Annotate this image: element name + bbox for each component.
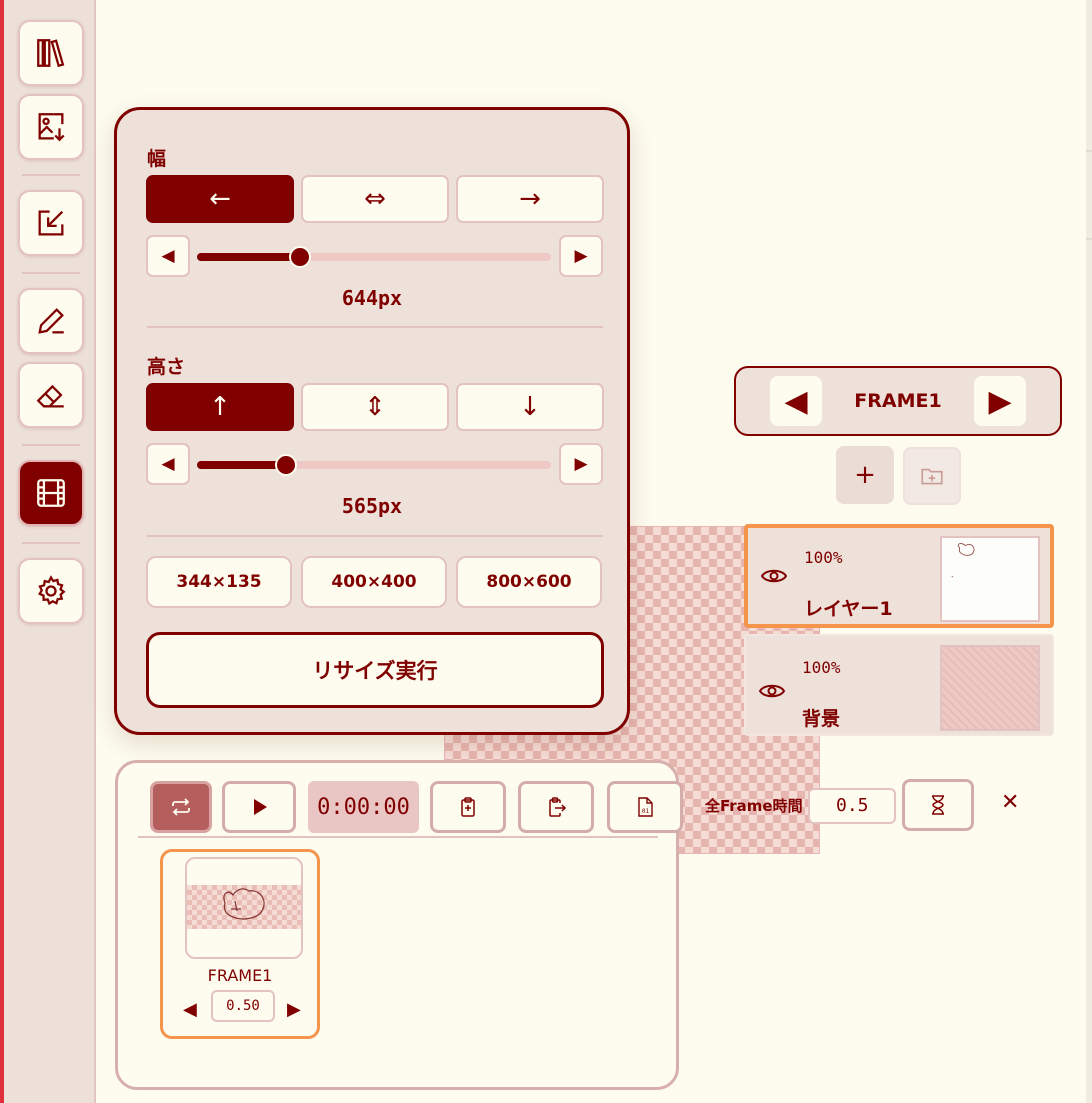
eraser-tool-button[interactable] <box>18 362 84 428</box>
preset-800x600-button[interactable]: 800×600 <box>456 556 602 608</box>
play-icon <box>254 799 267 815</box>
binary-file-button[interactable]: 01 <box>607 781 683 833</box>
loop-toggle-button[interactable] <box>150 781 212 833</box>
pen-tool-button[interactable] <box>18 288 84 354</box>
layer-thumbnail <box>940 536 1040 622</box>
resize-panel: 幅 ← ⇔ → ◀ ▶ 644px 高さ ↑ ⇕ ↓ ◀ ▶ 565px 344… <box>114 107 630 735</box>
left-toolbar <box>0 0 96 1103</box>
clipboard-export-icon <box>549 797 567 817</box>
library-icon <box>37 39 65 68</box>
height-label: 高さ <box>147 356 186 378</box>
frame-card[interactable]: FRAME1 ◀ 0.50 ▶ <box>160 849 320 1039</box>
frame-thumbnail <box>185 857 303 959</box>
export-frame-button[interactable] <box>518 781 594 833</box>
height-anchor-bottom-button[interactable]: ↓ <box>456 383 604 431</box>
panel-divider <box>147 326 603 328</box>
right-edge-tick <box>1086 238 1092 240</box>
height-anchor-center-button[interactable]: ⇕ <box>301 383 449 431</box>
prev-frame-button[interactable]: ◀ <box>770 376 822 426</box>
pen-icon <box>38 308 64 334</box>
binary-file-icon: 01 <box>638 797 653 817</box>
layer-row[interactable]: 100% レイヤー1 <box>744 524 1054 628</box>
width-slider-fill <box>197 253 300 261</box>
preset-400x400-button[interactable]: 400×400 <box>301 556 447 608</box>
close-timeline-button[interactable]: ✕ <box>1001 790 1019 815</box>
width-anchor-right-button[interactable]: → <box>456 175 604 223</box>
next-frame-button[interactable]: ▶ <box>974 376 1026 426</box>
animation-button[interactable] <box>18 460 84 526</box>
add-layer-button[interactable]: + <box>836 446 894 504</box>
eye-icon[interactable] <box>758 681 786 701</box>
preset-344x135-button[interactable]: 344×135 <box>146 556 292 608</box>
paste-frame-button[interactable] <box>430 781 506 833</box>
width-decrement-button[interactable]: ◀ <box>146 235 190 277</box>
clipboard-add-icon <box>461 797 475 817</box>
all-frame-duration-input[interactable]: 0.5 <box>808 788 896 824</box>
layer-row[interactable]: 100% 背景 <box>744 634 1054 736</box>
toolbar-divider <box>22 444 80 446</box>
height-slider-thumb[interactable] <box>274 454 297 476</box>
layer-opacity: 100% <box>802 658 841 677</box>
frame-navigator: ◀ FRAME1 ▶ <box>734 366 1062 436</box>
right-edge-tick <box>1086 150 1092 152</box>
image-import-icon <box>38 113 65 142</box>
timeline-panel: 0:00:00 01 FRAME1 ◀ 0.50 ▶ <box>115 760 683 1090</box>
export-button[interactable] <box>18 190 84 256</box>
layer-name: レイヤー1 <box>804 598 893 620</box>
width-label: 幅 <box>147 148 167 170</box>
gear-icon <box>38 575 66 606</box>
settings-button[interactable] <box>18 558 84 624</box>
library-button[interactable] <box>18 20 84 86</box>
toolbar-divider <box>22 174 80 176</box>
width-anchor-center-button[interactable]: ⇔ <box>301 175 449 223</box>
width-value: 644px <box>341 286 403 310</box>
hourglass-icon <box>932 795 944 815</box>
height-slider-fill <box>197 461 286 469</box>
right-edge-scroll <box>1086 0 1092 1103</box>
svg-text:01: 01 <box>642 808 650 815</box>
width-slider-thumb[interactable] <box>288 246 311 268</box>
height-slider[interactable] <box>197 454 551 476</box>
all-frame-duration-label: 全Frame時間 <box>705 797 803 815</box>
height-anchor-top-button[interactable]: ↑ <box>146 383 294 431</box>
apply-duration-button[interactable] <box>902 779 974 831</box>
frame-duration-increment[interactable]: ▶ <box>287 999 301 1020</box>
eraser-icon <box>36 384 64 408</box>
layer-opacity: 100% <box>804 548 843 567</box>
add-folder-button[interactable] <box>903 447 961 505</box>
panel-divider <box>147 535 603 537</box>
repeat-icon <box>172 798 190 816</box>
frame-preview-sketch <box>223 888 265 920</box>
height-value: 565px <box>341 494 403 518</box>
eye-icon[interactable] <box>760 566 788 586</box>
height-decrement-button[interactable]: ◀ <box>146 443 190 485</box>
width-anchor-left-button[interactable]: ← <box>146 175 294 223</box>
current-frame-label: FRAME1 <box>854 390 942 412</box>
height-increment-button[interactable]: ▶ <box>559 443 603 485</box>
film-icon <box>37 479 65 507</box>
frame-duration-decrement[interactable]: ◀ <box>183 999 197 1020</box>
play-button[interactable] <box>222 781 296 833</box>
resize-execute-button[interactable]: リサイズ実行 <box>146 632 604 708</box>
layer-name: 背景 <box>802 708 841 730</box>
frame-duration-input[interactable]: 0.50 <box>211 990 275 1022</box>
toolbar-divider <box>22 542 80 544</box>
layer-thumbnail <box>940 645 1040 731</box>
frame-name: FRAME1 <box>207 966 273 985</box>
width-increment-button[interactable]: ▶ <box>559 235 603 277</box>
toolbar-divider <box>22 272 80 274</box>
import-image-button[interactable] <box>18 94 84 160</box>
timeline-divider <box>138 836 658 838</box>
add-folder-icon <box>921 468 943 485</box>
timecode-display: 0:00:00 <box>308 781 419 833</box>
layer-preview-sketch <box>951 543 975 578</box>
external-link-icon <box>38 210 64 236</box>
width-slider[interactable] <box>197 246 551 268</box>
